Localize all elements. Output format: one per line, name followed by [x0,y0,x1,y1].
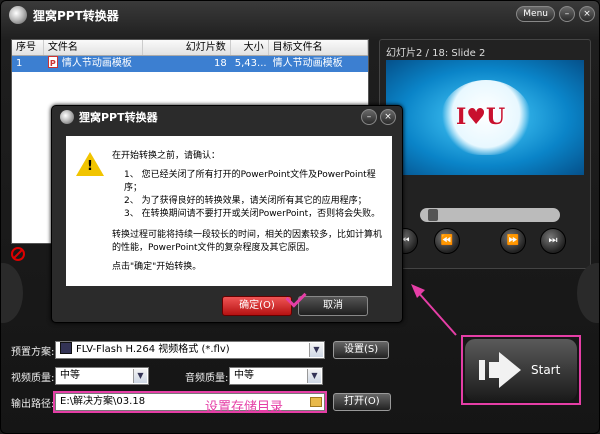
app-window: 狸窝PPT转换器 Menu – × 序号 文件名 幻灯片数 大小 目标文件名 1… [0,0,600,434]
start-highlight: Start [461,335,581,405]
slide-text: I♥U [456,104,506,130]
folder-icon[interactable] [310,397,322,407]
start-arrow-icon [479,352,521,388]
output-path-input[interactable]: E:\解决方案\03.18 [53,391,327,413]
start-button[interactable]: Start [465,339,577,401]
column-header-index[interactable]: 序号 [12,40,44,55]
slide-preview: I♥U [386,60,584,175]
audio-quality-select[interactable]: 中等 ▼ [229,367,323,385]
table-header: 序号 文件名 幻灯片数 大小 目标文件名 [12,40,369,56]
dialog-title-bar: 狸窝PPT转换器 [52,106,402,128]
app-title: 狸窝PPT转换器 [33,8,119,23]
quality-row: 视频质量: 中等 ▼ 音频质量: 中等 ▼ [11,367,323,385]
previous-slide-icon: ⏪ [440,235,454,246]
preview-panel: 幻灯片2 / 18: Slide 2 I♥U ⏮ ⏪ ⏩ ⏭ [379,39,591,269]
row-target: 情人节动画模板 [272,58,343,69]
remove-icon[interactable] [11,247,25,261]
annotation-arrow-line [416,290,457,336]
column-header-filename[interactable]: 文件名 [44,40,144,55]
dialog-controls: – × [361,109,396,125]
preset-settings-button[interactable]: 设置(S) [333,341,390,359]
preset-row: 预置方案: FLV-Flash H.264 视频格式 (*.flv) ▼ 设置(… [11,341,390,359]
output-row: 输出路径: E:\解决方案\03.18 打开(O) [11,391,391,413]
row-size: 5,43... [234,58,267,69]
title-bar: 狸窝PPT转换器 Menu – × [1,1,599,29]
next-slide-icon: ⏩ [506,235,520,246]
dialog-logo-icon [60,110,74,124]
video-format-icon [60,342,72,354]
warning-mark: ! [87,159,93,174]
preset-value: FLV-Flash H.264 视频格式 (*.flv) [76,344,230,355]
video-quality-select[interactable]: 中等 ▼ [55,367,149,385]
chevron-down-icon[interactable]: ▼ [133,369,147,383]
dialog-minimize-button[interactable]: – [361,109,377,125]
row-filename-cell: 情人节动画模板 [44,56,143,72]
row-index: 1 [16,58,23,69]
ok-button[interactable]: 确定(O) [222,296,292,316]
table-row[interactable]: 1 情人节动画模板 18 5,43... 情人节动画模板 [12,56,368,72]
chevron-down-icon[interactable]: ▼ [307,369,321,383]
dialog-body: ! 在开始转换之前，请确认： 1、 您已经关闭了所有打开的PowerPoint文… [66,136,392,286]
preset-label: 预置方案: [11,346,55,358]
open-folder-button[interactable]: 打开(O) [333,393,391,411]
row-slides: 18 [214,58,227,69]
close-button[interactable]: × [579,6,595,22]
list-item: 1、 您已经关闭了所有打开的PowerPoint文件及PowerPoint程序； [124,170,376,193]
last-slide-button[interactable]: ⏭ [540,228,566,254]
slider-thumb[interactable] [428,209,439,221]
list-item: 2、 为了获得良好的转换效果，请关闭所有其它的应用程序； [124,196,367,206]
dialog-intro: 在开始转换之前，请确认： [112,151,221,161]
ppt-file-icon [47,56,58,72]
last-slide-icon: ⏭ [548,235,558,246]
start-label: Start [531,363,561,377]
cancel-button[interactable]: 取消 [298,296,368,316]
dialog-title: 狸窝PPT转换器 [79,111,158,124]
annotation-arrow-head [411,284,425,298]
audio-quality-value: 中等 [234,370,254,381]
dialog-warning-text: 转换过程可能将持续一段较长的时间，相关的因素较多，比如计算机的性能，PowerP… [112,230,383,253]
chevron-down-icon[interactable]: ▼ [309,343,323,357]
video-quality-value: 中等 [60,370,80,381]
annotation-text: 设置存储目录 [205,400,284,415]
dialog-hint: 点击"确定"开始转换。 [112,262,202,272]
menu-button[interactable]: Menu [516,6,555,22]
dialog-close-button[interactable]: × [380,109,396,125]
menu-label: Menu [523,9,548,19]
title-controls: Menu – × [516,6,595,22]
audio-quality-label: 音频质量: [185,372,229,384]
left-decoration [1,263,23,323]
dialog-checklist: 1、 您已经关闭了所有打开的PowerPoint文件及PowerPoint程序；… [112,169,382,221]
preset-select[interactable]: FLV-Flash H.264 视频格式 (*.flv) ▼ [55,341,325,359]
previous-slide-button[interactable]: ⏪ [434,228,460,254]
list-toolbar [11,247,51,265]
list-item: 3、 在转换期间请不要打开或关闭PowerPoint，否则将会失败。 [124,209,381,219]
app-logo-icon [9,6,27,24]
video-quality-label: 视频质量: [11,372,55,384]
minimize-button[interactable]: – [559,6,575,22]
row-filename: 情人节动画模板 [61,58,132,69]
preview-progress-slider[interactable] [420,208,560,222]
column-header-target[interactable]: 目标文件名 [269,40,369,55]
column-header-slides[interactable]: 幻灯片数 [143,40,231,55]
column-header-size[interactable]: 大小 [231,40,269,55]
right-decoration [577,263,599,323]
confirm-dialog: 狸窝PPT转换器 – × ! 在开始转换之前，请确认： 1、 您已经关闭了所有打… [51,105,403,323]
output-path-value: E:\解决方案\03.18 [60,396,146,407]
output-path-label: 输出路径: [11,398,55,410]
next-slide-button[interactable]: ⏩ [500,228,526,254]
